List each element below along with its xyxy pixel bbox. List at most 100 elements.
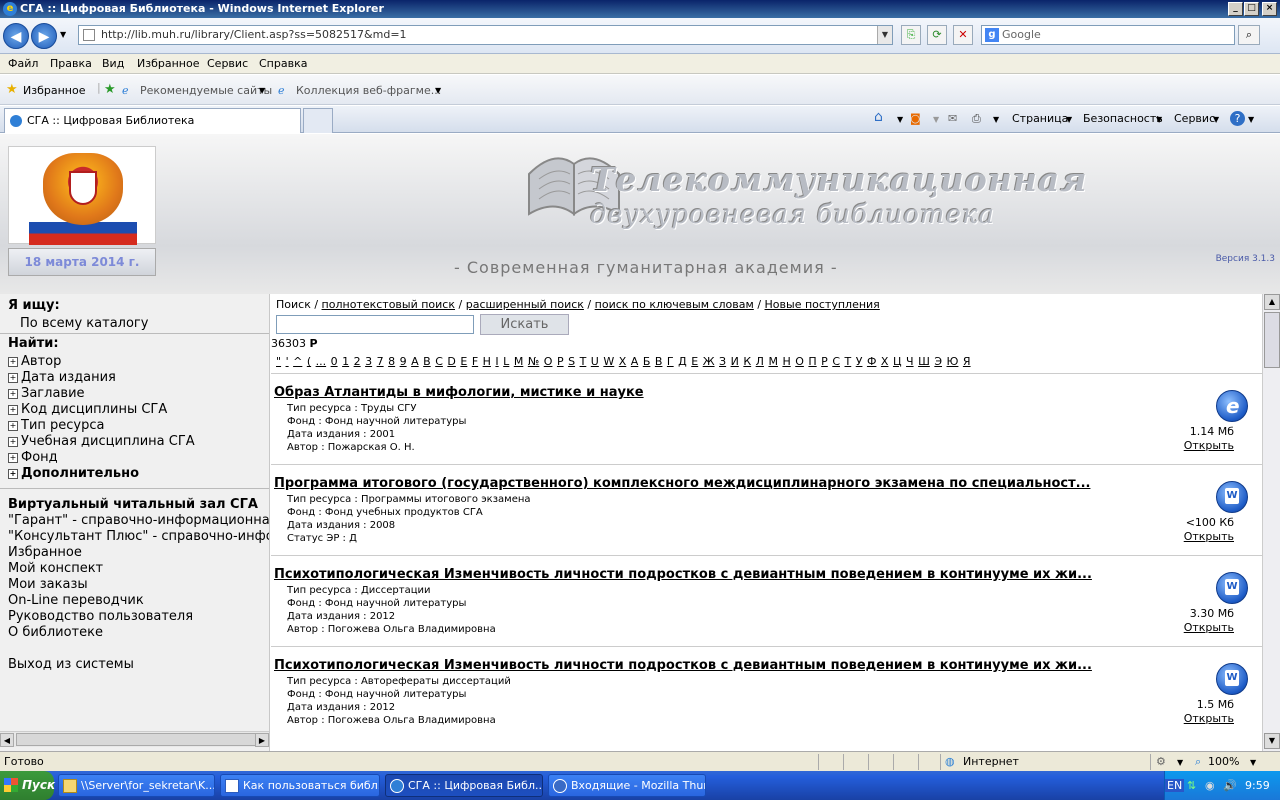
protected-mode-icon[interactable]: ⚙	[1156, 755, 1166, 768]
alphabet-letter-link[interactable]: 1	[342, 355, 349, 368]
alphabet-letter-link[interactable]: C	[435, 355, 443, 368]
user-guide-link[interactable]: Руководство пользователя	[8, 609, 193, 624]
maximize-button[interactable]: □	[1244, 2, 1259, 16]
alphabet-letter-link[interactable]: Ч	[906, 355, 914, 368]
alphabet-letter-link[interactable]: 2	[354, 355, 361, 368]
filter-author[interactable]: + Автор	[8, 354, 61, 369]
print-icon[interactable]: ⎙	[972, 112, 981, 126]
chevron-down-icon[interactable]: ▼	[1250, 758, 1256, 767]
alphabet-letter-link[interactable]: 7	[377, 355, 384, 368]
alphabet-letter-link[interactable]: Р	[821, 355, 828, 368]
fav-item-recommended[interactable]: Рекомендуемые сайты	[140, 84, 272, 97]
alphabet-letter-link[interactable]: X	[619, 355, 627, 368]
scroll-thumb[interactable]	[1264, 312, 1280, 368]
close-button[interactable]: ×	[1262, 2, 1277, 16]
menu-help[interactable]: Справка	[259, 57, 307, 70]
alphabet-letter-link[interactable]: Г	[667, 355, 674, 368]
alphabet-letter-link[interactable]: E	[460, 355, 467, 368]
search-go-icon[interactable]: ⌕	[1238, 25, 1260, 45]
window-title-bar[interactable]: e СГА :: Цифровая Библиотека - Windows I…	[0, 0, 1280, 18]
logout-link[interactable]: Выход из системы	[8, 657, 134, 672]
word-document-icon[interactable]	[1216, 663, 1248, 695]
alphabet-letter-link[interactable]: M	[514, 355, 524, 368]
alphabet-letter-link[interactable]: И	[731, 355, 739, 368]
expand-icon[interactable]: +	[8, 373, 18, 383]
alphabet-letter-link[interactable]: Т	[845, 355, 852, 368]
garant-link[interactable]: "Гарант" - справочно-информационная с	[8, 513, 269, 528]
page-menu[interactable]: Страница	[1012, 112, 1068, 125]
task-ie-library[interactable]: СГА :: Цифровая Библ...	[385, 774, 543, 797]
result-title-link[interactable]: Программа итогового (государственного) к…	[274, 476, 1090, 491]
fav-item-webslices[interactable]: Коллекция веб-фрагме...	[296, 84, 441, 97]
alphabet-letter-link[interactable]: ...	[316, 355, 327, 368]
alphabet-letter-link[interactable]: П	[808, 355, 816, 368]
sidebar-horizontal-scrollbar[interactable]: ◀ ▶	[0, 731, 269, 747]
scroll-thumb[interactable]	[16, 733, 256, 746]
scroll-down-icon[interactable]: ▼	[1264, 733, 1280, 749]
chevron-down-icon[interactable]: ▼	[1177, 758, 1183, 767]
security-menu[interactable]: Безопасность	[1083, 112, 1163, 125]
translator-link[interactable]: On-Line переводчик	[8, 593, 144, 608]
back-button[interactable]: ◀	[3, 23, 29, 49]
menu-view[interactable]: Вид	[102, 57, 124, 70]
alphabet-letter-link[interactable]: Я	[963, 355, 971, 368]
home-icon[interactable]: ⌂	[874, 109, 883, 125]
scroll-up-icon[interactable]: ▲	[1264, 294, 1280, 310]
alphabet-letter-link[interactable]: T	[580, 355, 587, 368]
alphabet-letter-link[interactable]: O	[544, 355, 553, 368]
expand-icon[interactable]: +	[8, 421, 18, 431]
forward-button[interactable]: ▶	[31, 23, 57, 49]
alphabet-letter-link[interactable]: P	[557, 355, 564, 368]
keyword-search-link[interactable]: поиск по ключевым словам	[595, 298, 754, 311]
chevron-down-icon[interactable]: ▼	[1066, 115, 1072, 124]
word-document-icon[interactable]	[1216, 572, 1248, 604]
alphabet-letter-link[interactable]: F	[472, 355, 478, 368]
chevron-down-icon[interactable]: ▼	[897, 115, 903, 124]
tools-menu[interactable]: Сервис	[1174, 112, 1215, 125]
alphabet-letter-link[interactable]: Э	[934, 355, 942, 368]
chevron-down-icon[interactable]: ▼	[1213, 115, 1219, 124]
alphabet-letter-link[interactable]: Х	[881, 355, 889, 368]
chevron-down-icon[interactable]: ▼	[1156, 115, 1162, 124]
alphabet-letter-link[interactable]: С	[832, 355, 840, 368]
alphabet-letter-link[interactable]: H	[483, 355, 491, 368]
history-dropdown-icon[interactable]: ▼	[60, 30, 66, 39]
result-title-link[interactable]: Психотипологическая Изменчивость личност…	[274, 567, 1092, 582]
filter-discipline-code[interactable]: + Код дисциплины СГА	[8, 402, 167, 417]
alphabet-letter-link[interactable]: У	[856, 355, 863, 368]
alphabet-letter-link[interactable]: Л	[756, 355, 764, 368]
start-button[interactable]: Пуск	[0, 771, 55, 800]
filter-resource-type[interactable]: + Тип ресурса	[8, 418, 104, 433]
alphabet-letter-link[interactable]: Ш	[918, 355, 930, 368]
expand-icon[interactable]: +	[8, 453, 18, 463]
favorites-button[interactable]: Избранное	[23, 84, 85, 97]
scroll-right-icon[interactable]: ▶	[255, 733, 269, 747]
reading-room-link[interactable]: Виртуальный читальный зал СГА	[8, 497, 258, 512]
alphabet-letter-link[interactable]: О	[795, 355, 804, 368]
favorites-link[interactable]: Избранное	[8, 545, 82, 560]
new-arrivals-link[interactable]: Новые поступления	[765, 298, 880, 311]
menu-file[interactable]: Файл	[8, 57, 38, 70]
volume-icon[interactable]: 🔊	[1223, 779, 1237, 792]
expand-icon[interactable]: +	[8, 405, 18, 415]
task-thunderbird[interactable]: Входящие - Mozilla Thun...	[548, 774, 706, 797]
menu-tools[interactable]: Сервис	[207, 57, 248, 70]
filter-date[interactable]: + Дата издания	[8, 370, 116, 385]
alphabet-letter-link[interactable]: 8	[388, 355, 395, 368]
refresh-icon[interactable]: ⟳	[927, 25, 947, 45]
chevron-down-icon[interactable]: ▼	[1248, 115, 1254, 124]
alphabet-letter-link[interactable]: L	[503, 355, 509, 368]
expand-icon[interactable]: +	[8, 357, 18, 367]
expand-icon[interactable]: +	[8, 469, 18, 479]
alphabet-letter-link[interactable]: "	[276, 355, 281, 368]
alphabet-letter-link[interactable]: Д	[678, 355, 687, 368]
result-title-link[interactable]: Образ Атлантиды в мифологии, мистике и н…	[274, 385, 644, 400]
alphabet-letter-link[interactable]: D	[447, 355, 455, 368]
word-document-icon[interactable]	[1216, 481, 1248, 513]
about-library-link[interactable]: О библиотеке	[8, 625, 103, 640]
alphabet-letter-link[interactable]: М	[768, 355, 778, 368]
catalog-search-input[interactable]	[276, 315, 474, 334]
expand-icon[interactable]: +	[8, 437, 18, 447]
address-dropdown-icon[interactable]: ▼	[877, 26, 892, 44]
tab-active[interactable]: СГА :: Цифровая Библиотека	[4, 108, 301, 133]
